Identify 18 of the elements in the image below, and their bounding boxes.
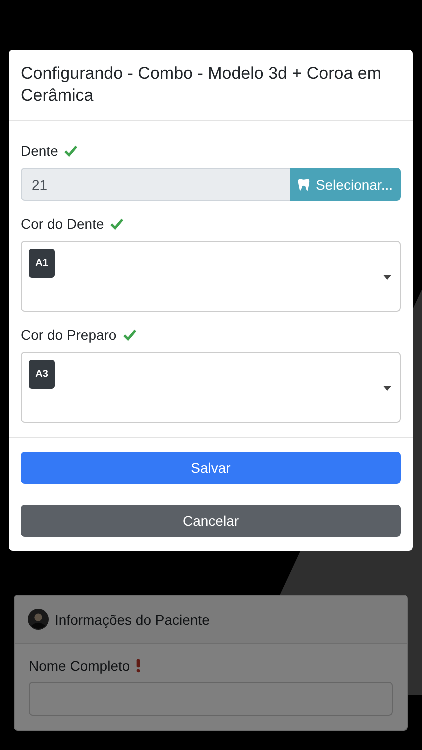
caret-icon <box>383 275 392 280</box>
field-label: Dente <box>21 143 58 159</box>
name-input[interactable] <box>29 682 393 716</box>
card-title: Informações do Paciente <box>55 612 210 628</box>
tooth-icon <box>298 178 310 192</box>
color-select[interactable]: A1 <box>21 241 401 312</box>
shade-tag: A1 <box>29 249 55 278</box>
color-select[interactable]: A3 <box>21 352 401 423</box>
avatar-icon <box>28 609 49 630</box>
caret-icon <box>383 386 392 391</box>
shade-tag: A3 <box>29 360 55 389</box>
modal-title: Configurando - Combo - Modelo 3d + Coroa em Cerâmica <box>21 63 382 107</box>
field-label: Cor do Dente <box>21 216 104 232</box>
field-label: Cor do Preparo <box>21 327 117 343</box>
field-label: Nome Completo <box>29 658 130 674</box>
save-button[interactable]: Salvar <box>21 452 401 484</box>
cancel-button[interactable]: Cancelar <box>21 505 401 537</box>
tooth-field[interactable]: 21 <box>21 168 290 201</box>
